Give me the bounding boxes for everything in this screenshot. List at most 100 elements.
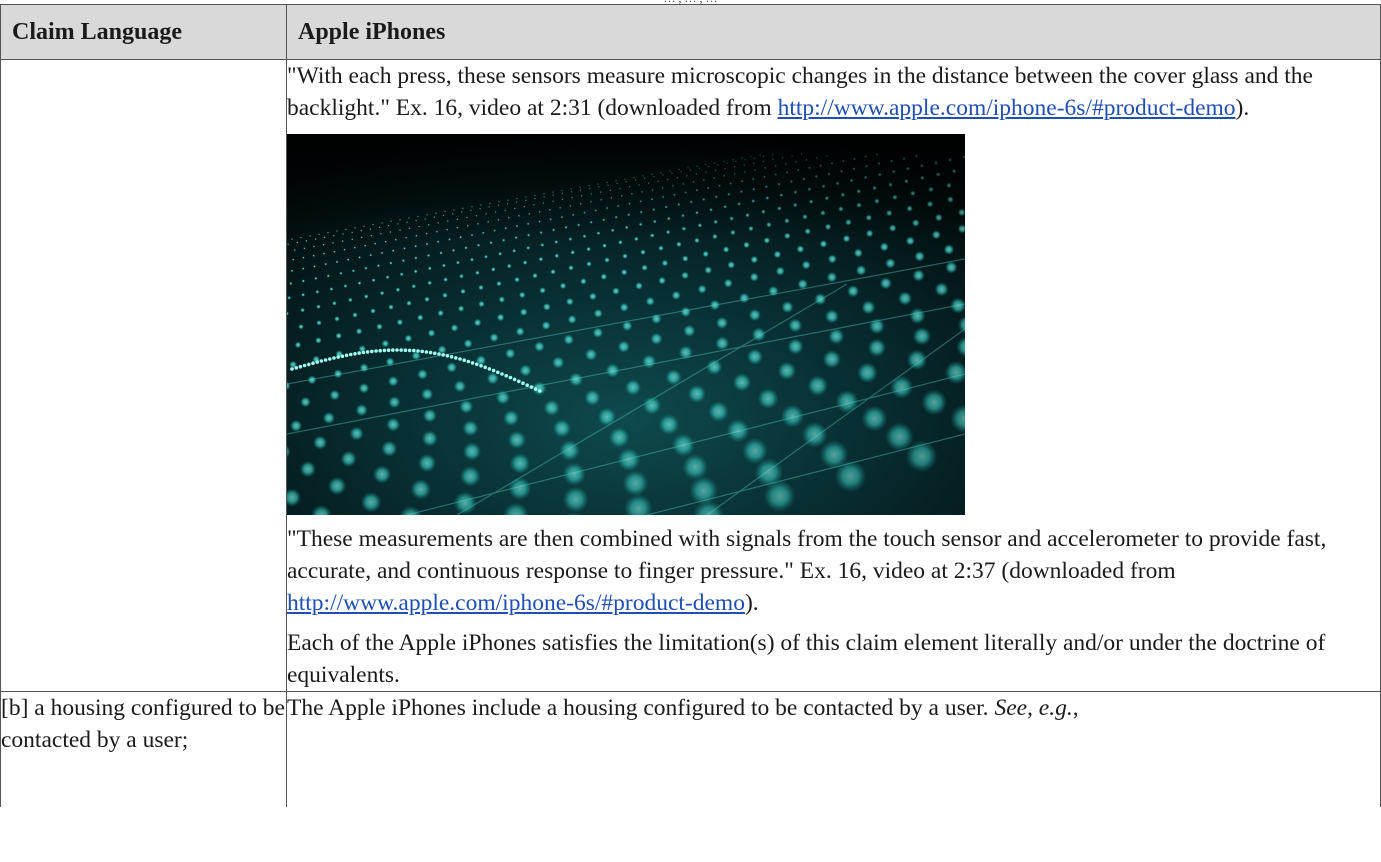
sensor-dot [358,382,370,394]
sensor-dot [508,476,532,501]
sensor-dot [290,367,294,371]
sensor-dot [552,356,565,369]
sensor-dot [559,440,580,461]
sensor-dot [395,287,401,292]
sensor-dot [562,486,589,513]
sensor-dot [671,290,681,300]
sensor-dot [453,380,467,393]
sensor-dot [807,375,829,397]
sensor-dot [835,390,859,414]
sensor-dot [381,339,390,348]
sensor-dot [750,255,759,264]
sensor-dot [622,470,649,497]
sensor-dot [333,369,343,379]
table-header-row: Claim Language Apple iPhones [0,4,1381,60]
sensor-dot [396,318,404,326]
sensor-dot [395,348,399,352]
sensor-dot [406,300,412,306]
sensor-dot [399,272,404,277]
sensor-dot [597,407,617,427]
sensor-dot [538,256,544,262]
sensor-dot [403,247,406,250]
sensor-dot [459,465,481,487]
sensor-dot [328,357,332,361]
sensor-dot [290,269,294,273]
sensor-dot [391,249,395,252]
sensor-dot [353,246,356,249]
sensor-dot [563,334,574,345]
sensor-dot [543,399,560,416]
quote2-text: "These measurements are then combined wi… [287,526,1327,584]
sensor-dot [687,384,707,403]
sensor-dot [642,396,662,415]
sensor-dot [348,297,353,303]
sensor-dot [521,381,525,385]
sensor-dot [424,350,429,354]
sensor-dot [372,465,392,484]
sensor-dot [417,453,437,473]
sensor-dot [554,253,560,259]
sensor-dot [943,244,955,255]
sensor-dot [608,427,630,448]
sensor-dot [529,385,534,389]
sensor-dot [307,375,317,385]
sensor-dot [519,308,528,316]
sensor-dot [519,364,532,377]
product-demo-link-2[interactable]: http://www.apple.com/iphone-6s/#product-… [287,590,745,616]
sensor-dot [642,354,657,369]
sensor-dot [399,348,403,352]
sensor-dot [462,358,466,362]
sensor-dot [416,349,420,353]
sensor-dot [414,244,417,248]
sensor-dot [355,328,363,335]
sensor-dot [822,350,842,369]
sensor-dot [525,383,529,387]
sensor-dot [867,338,887,357]
sensor-dot [683,324,696,337]
product-demo-link-1[interactable]: http://www.apple.com/iphone-6s/#product-… [778,95,1236,121]
sensor-dot [343,248,346,251]
sensor-dot [387,375,399,387]
sensor-dot [344,353,349,358]
sensor-dot [315,290,320,294]
sensor-dot [388,304,394,310]
sensor-dot [302,363,307,368]
sensor-dot [658,414,680,435]
sensor-dot [751,327,766,342]
sensor-dot [550,269,556,275]
sensor-dot [351,269,355,273]
sensor-dot [491,267,496,272]
see-end: , [1072,695,1079,721]
sensor-dot [470,361,475,365]
table-row: [b] a housing configured to be contacted… [0,691,1381,807]
sensor-dot [787,338,804,355]
sensor-dot [496,313,505,322]
sensor-dot [299,461,316,478]
sensor-dot [855,265,867,276]
sensor-dot [552,419,572,438]
sensor-dot [635,282,643,290]
sensor-dot [704,266,713,274]
sensor-dot [316,304,321,309]
header-apple-iphones: Apple iPhones [286,4,1381,60]
sensor-dot [401,259,405,263]
sensor-dot [314,276,318,280]
sensor-dot [293,249,296,252]
sensor-dot [340,450,357,467]
sensor-dot [522,260,528,265]
sensor-dot [496,280,502,287]
sensor-dot [426,253,431,258]
sensor-dot [378,348,382,353]
sensor-dot [289,419,303,433]
sensor-dot [385,357,395,367]
sensor-dot [479,364,483,368]
sensor-dot [868,318,885,335]
sensor-dot [689,476,719,505]
sensor-dot [322,252,326,255]
sensor-dot [292,258,295,261]
sensor-dot [853,248,863,258]
sensor-dots-image [287,134,965,515]
sensor-dot [364,266,368,270]
quote-paragraph-2: "These measurements are then combined wi… [287,523,1380,619]
sensor-dot [457,305,465,312]
